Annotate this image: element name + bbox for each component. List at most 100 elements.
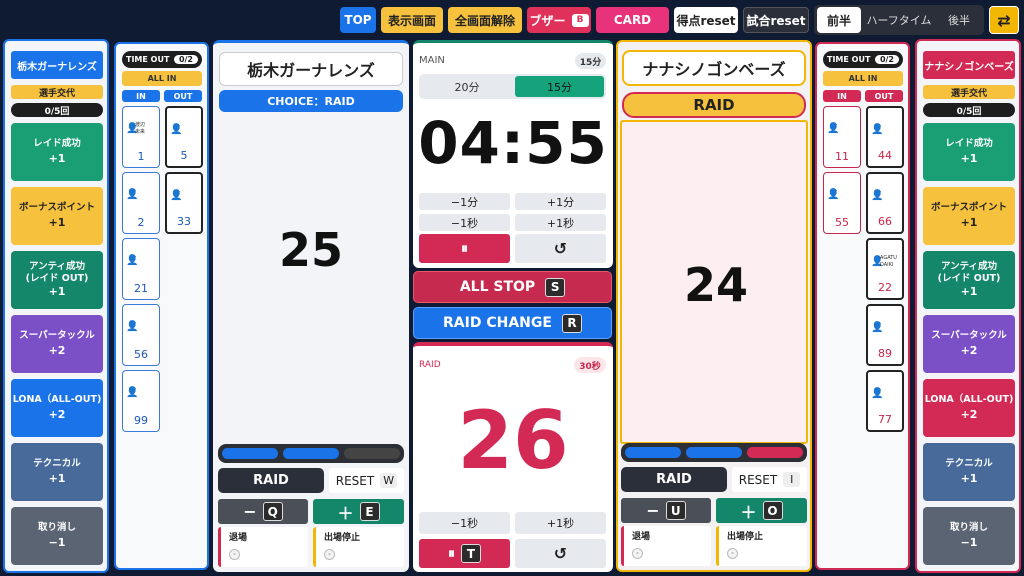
- right-undo-button[interactable]: 取り消し −1: [923, 507, 1015, 565]
- action-label: 取り消し: [949, 522, 988, 534]
- left-all-in-button[interactable]: ALL IN: [122, 71, 202, 86]
- raid-pause-button[interactable]: ⏸ T: [419, 539, 510, 568]
- left-reset-button[interactable]: RESET W: [329, 468, 404, 493]
- right-all-in-button[interactable]: ALL IN: [823, 71, 903, 86]
- main-plus-minute-button[interactable]: +1分: [515, 193, 606, 210]
- second-half-button[interactable]: 後半: [936, 7, 982, 33]
- right-raid-success-button[interactable]: レイド成功 +1: [923, 123, 1015, 181]
- right-out-player-card[interactable]: 👤 · 77: [866, 370, 904, 432]
- action-label: テクニカル: [33, 458, 81, 470]
- main-plus-second-button[interactable]: +1秒: [515, 214, 606, 231]
- duration-15-option[interactable]: 15分: [515, 76, 604, 97]
- left-out-player-card[interactable]: 👤 · 5: [165, 106, 203, 168]
- first-half-button[interactable]: 前半: [817, 7, 861, 33]
- left-substitution-count: 0/5回: [11, 103, 103, 117]
- plus-icon: ＋: [740, 502, 757, 522]
- left-in-player-card[interactable]: 👤 · 2: [122, 172, 160, 234]
- left-anti-success-button[interactable]: アンティ成功 (レイド OUT) +1: [11, 251, 103, 309]
- left-in-player-card[interactable]: 👤 · 21: [122, 238, 160, 300]
- player-number: 89: [878, 347, 892, 360]
- left-out-header: OUT: [164, 90, 202, 102]
- right-lona-button[interactable]: LONA（ALL-OUT) +2: [923, 379, 1015, 437]
- left-in-player-card[interactable]: 👤 · 99: [122, 370, 160, 432]
- left-super-tackle-button[interactable]: スーパータックル +2: [11, 315, 103, 373]
- player-number: 56: [134, 348, 148, 361]
- duration-20-option[interactable]: 20分: [421, 76, 513, 97]
- right-anti-success-button[interactable]: アンティ成功 (レイド OUT) +1: [923, 251, 1015, 309]
- right-out-player-card[interactable]: 👤 · 66: [866, 172, 904, 234]
- left-suspend-card[interactable]: 出場停止 -: [313, 527, 404, 567]
- left-undo-button[interactable]: 取り消し −1: [11, 507, 103, 565]
- raid-plus-second-button[interactable]: +1秒: [515, 512, 606, 534]
- all-stop-button[interactable]: ALL STOP S: [413, 271, 612, 303]
- left-timeout-counter[interactable]: TIME OUT 0/2: [122, 51, 202, 68]
- all-stop-label: ALL STOP: [459, 279, 536, 295]
- right-out-player-card[interactable]: 👤 AGATU DAIKI 22: [866, 238, 904, 300]
- right-exit-card[interactable]: 退場 -: [621, 526, 711, 566]
- right-technical-button[interactable]: テクニカル +1: [923, 443, 1015, 501]
- left-raid-button[interactable]: RAID: [218, 468, 324, 493]
- raid-timer-label: RAID: [419, 360, 441, 370]
- right-suspend-card[interactable]: 出場停止 -: [716, 526, 807, 566]
- right-raid-button[interactable]: RAID: [621, 467, 727, 492]
- right-score-panel: ナナシノゴンベーズ RAID 24 RAID RESET I − U ＋ O 退場 - …: [616, 40, 812, 572]
- main-pause-icon[interactable]: ⏸: [419, 234, 510, 263]
- raid-reset-icon[interactable]: ↺: [515, 539, 606, 568]
- right-timeout-counter[interactable]: TIME OUT 0/2: [823, 51, 903, 68]
- display-screen-button[interactable]: 表示画面: [381, 7, 443, 33]
- main-minus-second-button[interactable]: −1秒: [419, 214, 510, 231]
- raid-change-label: RAID CHANGE: [443, 315, 552, 331]
- action-label: 取り消し: [37, 522, 76, 534]
- action-value: +1: [48, 215, 66, 229]
- right-team-name-button[interactable]: ナナシノゴンベーズ: [923, 51, 1015, 79]
- left-score-panel: 栃木ガーナレンズ CHOICE：RAID 25 RAID RESET W − Q ＋…: [213, 40, 409, 572]
- main-reset-icon[interactable]: ↺: [515, 234, 606, 263]
- player-number: 21: [134, 282, 148, 295]
- left-lona-button[interactable]: LONA（ALL-OUT) +2: [11, 379, 103, 437]
- right-plus-button[interactable]: ＋ O: [716, 498, 807, 523]
- main-minus-minute-button[interactable]: −1分: [419, 193, 510, 210]
- right-raid-status: RAID: [622, 92, 806, 118]
- raid-minus-second-button[interactable]: −1秒: [419, 512, 510, 534]
- player-name: ·: [836, 122, 838, 128]
- player-name: ·: [135, 254, 137, 260]
- player-name: ·: [880, 321, 882, 327]
- buzzer-button[interactable]: ブザー B: [527, 7, 591, 33]
- main-timer-label: MAIN: [419, 55, 445, 66]
- player-number: 99: [134, 414, 148, 427]
- action-value: +1: [960, 215, 978, 229]
- right-out-player-card[interactable]: 👤 · 89: [866, 304, 904, 366]
- right-in-player-card[interactable]: 👤 · 11: [823, 106, 861, 168]
- left-in-player-card[interactable]: 👤 · 56: [122, 304, 160, 366]
- swap-icon[interactable]: ⇄: [989, 6, 1019, 34]
- half-time-button[interactable]: ハーフタイム: [866, 7, 932, 33]
- action-value: +1: [960, 471, 978, 485]
- right-minus-button[interactable]: − U: [621, 498, 711, 523]
- left-minus-button[interactable]: − Q: [218, 499, 308, 524]
- player-number: 22: [878, 281, 892, 294]
- right-in-player-card[interactable]: 👤 · 55: [823, 172, 861, 234]
- left-technical-button[interactable]: テクニカル +1: [11, 443, 103, 501]
- raid-change-button[interactable]: RAID CHANGE R: [413, 307, 612, 339]
- left-bonus-point-button[interactable]: ボーナスポイント +1: [11, 187, 103, 245]
- score-reset-button[interactable]: 得点reset: [674, 7, 738, 33]
- right-out-player-card[interactable]: 👤 · 44: [866, 106, 904, 168]
- fullscreen-exit-button[interactable]: 全画面解除: [448, 7, 522, 33]
- player-number: 44: [878, 149, 892, 162]
- right-reset-button[interactable]: RESET I: [732, 467, 807, 492]
- left-plus-button[interactable]: ＋ E: [313, 499, 404, 524]
- left-raid-success-button[interactable]: レイド成功 +1: [11, 123, 103, 181]
- raid-timer-panel: RAID 30秒 26 −1秒 +1秒 ⏸ T ↺: [413, 342, 613, 572]
- all-stop-key: S: [545, 277, 566, 297]
- left-exit-card[interactable]: 退場 -: [218, 527, 308, 567]
- left-in-player-card[interactable]: 👤 渡辺 未来 1: [122, 106, 160, 168]
- right-score: 24: [683, 258, 748, 312]
- right-bonus-point-button[interactable]: ボーナスポイント +1: [923, 187, 1015, 245]
- left-team-name-button[interactable]: 栃木ガーナレンズ: [11, 51, 103, 79]
- right-super-tackle-button[interactable]: スーパータックル +2: [923, 315, 1015, 373]
- match-reset-button[interactable]: 試合reset: [743, 7, 809, 33]
- action-value: +2: [48, 407, 66, 421]
- card-button[interactable]: CARD: [596, 7, 669, 33]
- left-out-player-card[interactable]: 👤 · 33: [165, 172, 203, 234]
- top-button[interactable]: TOP: [340, 7, 376, 33]
